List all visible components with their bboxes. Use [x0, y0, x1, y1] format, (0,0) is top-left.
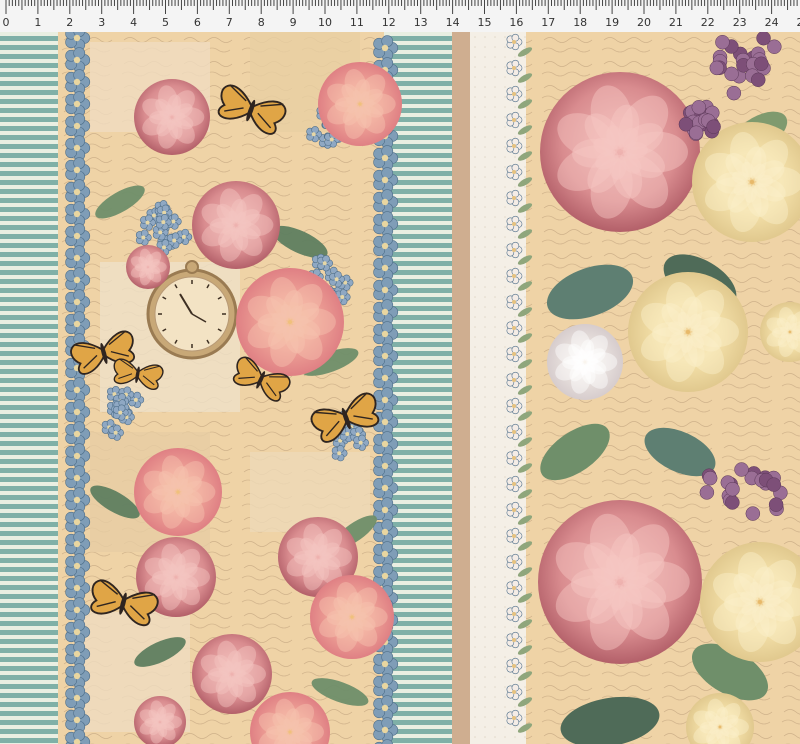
ruler-label: 22: [701, 16, 715, 29]
fabric-artwork: [0, 32, 800, 744]
ruler-label: 9: [290, 16, 297, 29]
ruler-label: 11: [350, 16, 364, 29]
ruler-label: 15: [478, 16, 492, 29]
ruler-label: 12: [382, 16, 396, 29]
ruler-label: 13: [414, 16, 428, 29]
ruler-label: 3: [98, 16, 105, 29]
ruler-label: 8: [258, 16, 265, 29]
ruler-label: 20: [637, 16, 651, 29]
fabric-print-preview: [0, 32, 800, 744]
ruler-label: 1: [34, 16, 41, 29]
ruler-label: 7: [226, 16, 233, 29]
ruler-label: 5: [162, 16, 169, 29]
ruler-label: 23: [733, 16, 747, 29]
ruler-label: 14: [446, 16, 460, 29]
ruler-label: 18: [573, 16, 587, 29]
ruler-label: 24: [765, 16, 779, 29]
ruler-label: 21: [669, 16, 683, 29]
ruler-label: 10: [318, 16, 332, 29]
ruler-label: 17: [541, 16, 555, 29]
left-stripe-band: [0, 32, 58, 744]
ruler-label: 4: [130, 16, 137, 29]
ruler-label: 2: [66, 16, 73, 29]
ruler-label: 25: [797, 16, 800, 29]
tan-divider-stripe: [452, 32, 470, 744]
ruler-ticks: 0 1 2 3 4 5 6 7 8 9 10 11 12 13 14 15 16 17 18 19 20 21 22 23 24…: [0, 0, 800, 32]
ruler-label: 16: [509, 16, 523, 29]
ruler-label: 6: [194, 16, 201, 29]
ruler-label: 0: [3, 16, 10, 29]
ruler-label: 19: [605, 16, 619, 29]
measurement-ruler: 0 1 2 3 4 5 6 7 8 9 10 11 12 13 14 15 16 17 18 19 20 21 22 23 24…: [0, 0, 800, 33]
